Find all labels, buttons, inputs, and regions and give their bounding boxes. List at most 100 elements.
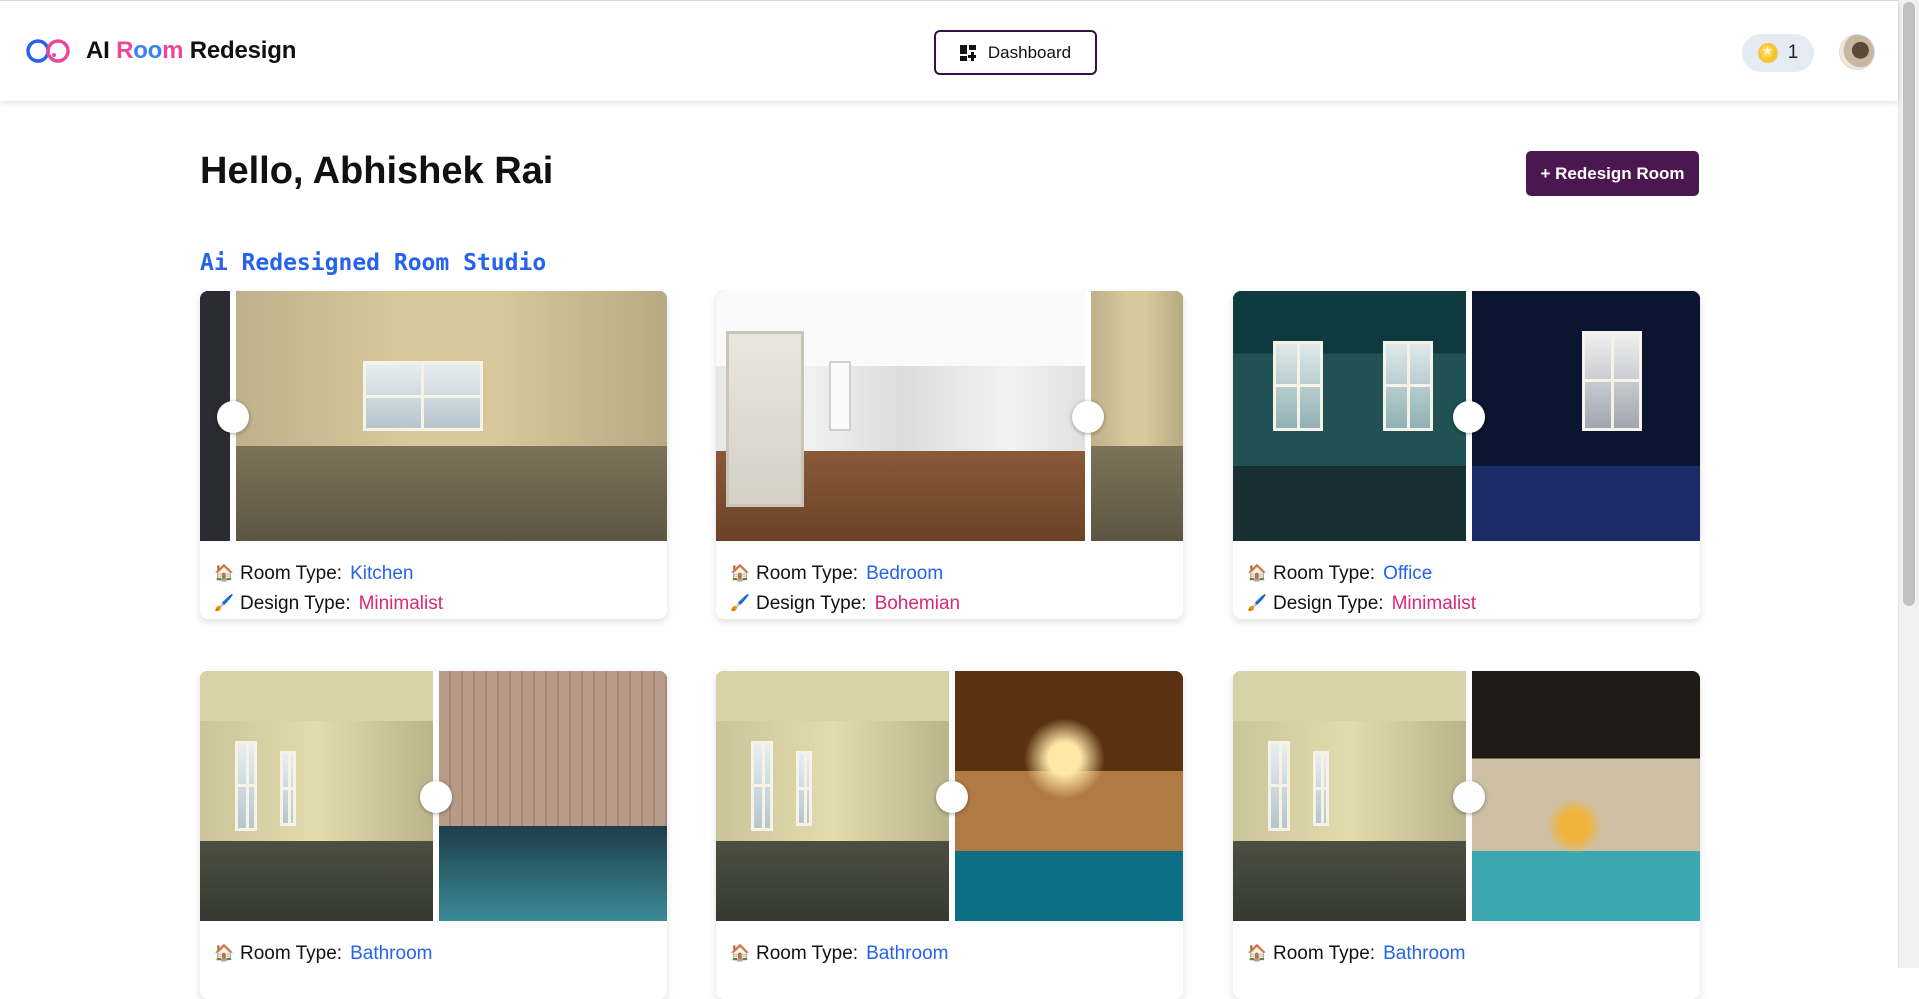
- greeting-heading: Hello, Abhishek Rai: [200, 150, 554, 192]
- room-type-value: Bathroom: [866, 943, 949, 964]
- original-image: [1091, 291, 1183, 541]
- dashboard-button[interactable]: Dashboard: [934, 30, 1097, 75]
- app-name-room-o: oo: [133, 37, 163, 64]
- room-card[interactable]: 🏠 Room Type: Bathroom: [1233, 671, 1700, 999]
- design-type-label: Design Type:: [756, 593, 867, 614]
- room-window: [1273, 341, 1323, 431]
- card-info: 🏠 Room Type: Kitchen 🖌️ Design Type: Min…: [214, 559, 443, 619]
- card-info: 🏠 Room Type: Bedroom 🖌️ Design Type: Boh…: [730, 559, 960, 619]
- user-avatar[interactable]: [1839, 34, 1875, 70]
- room-type-label: Room Type:: [1273, 563, 1376, 584]
- paintbrush-icon: 🖌️: [730, 595, 750, 612]
- card-info: 🏠 Room Type: Bathroom: [1247, 939, 1465, 969]
- credits-badge[interactable]: 1: [1742, 34, 1814, 72]
- house-icon: 🏠: [1247, 945, 1267, 962]
- app-name-ai: AI: [86, 37, 110, 64]
- room-type-label: Room Type:: [756, 563, 859, 584]
- design-type-row: 🖌️ Design Type: Minimalist: [214, 589, 443, 619]
- original-image: [200, 671, 433, 921]
- slider-handle[interactable]: [420, 781, 452, 813]
- slider-handle[interactable]: [217, 401, 249, 433]
- room-type-label: Room Type:: [1273, 943, 1376, 964]
- redesigned-image: [716, 291, 1085, 541]
- room-type-row: 🏠 Room Type: Kitchen: [214, 559, 443, 589]
- room-window: [235, 741, 257, 831]
- top-navbar: AI Room Redesign Dashboard 1: [0, 0, 1898, 101]
- dashboard-grid-icon: [959, 44, 976, 61]
- room-type-row: 🏠 Room Type: Office: [1247, 559, 1476, 589]
- room-type-value: Bedroom: [866, 563, 944, 584]
- room-window: [796, 751, 812, 826]
- room-type-row: 🏠 Room Type: Bathroom: [214, 939, 432, 969]
- redesigned-image: [955, 671, 1183, 921]
- app-name-redesign: Redesign: [189, 37, 297, 64]
- credits-count: 1: [1787, 42, 1799, 63]
- room-door: [726, 331, 804, 507]
- scrollbar-thumb[interactable]: [1903, 2, 1915, 606]
- infinity-loop-icon: [26, 39, 70, 63]
- room-card[interactable]: 🏠 Room Type: Kitchen 🖌️ Design Type: Min…: [200, 291, 667, 619]
- app-name-room: Room: [116, 37, 183, 64]
- paintbrush-icon: 🖌️: [1247, 595, 1267, 612]
- before-after-slider[interactable]: [716, 291, 1183, 541]
- room-card[interactable]: 🏠 Room Type: Bathroom: [200, 671, 667, 999]
- room-type-value: Kitchen: [350, 563, 414, 584]
- design-type-value: Bohemian: [874, 593, 961, 614]
- room-type-value: Office: [1383, 563, 1433, 584]
- app-name-room-m: m: [162, 37, 184, 64]
- design-type-label: Design Type:: [1273, 593, 1384, 614]
- page-scrollbar[interactable]: [1898, 0, 1919, 968]
- room-type-row: 🏠 Room Type: Bathroom: [730, 939, 948, 969]
- card-info: 🏠 Room Type: Bathroom: [730, 939, 948, 969]
- slider-handle[interactable]: [1453, 781, 1485, 813]
- before-after-slider[interactable]: [1233, 291, 1700, 541]
- room-card[interactable]: 🏠 Room Type: Bedroom 🖌️ Design Type: Boh…: [716, 291, 1183, 619]
- design-type-row: 🖌️ Design Type: Bohemian: [730, 589, 960, 619]
- room-type-label: Room Type:: [756, 943, 859, 964]
- card-info: 🏠 Room Type: Office 🖌️ Design Type: Mini…: [1247, 559, 1476, 619]
- design-type-label: Design Type:: [240, 593, 351, 614]
- room-type-value: Bathroom: [350, 943, 433, 964]
- room-window: [363, 361, 483, 431]
- house-icon: 🏠: [730, 945, 750, 962]
- before-after-slider[interactable]: [1233, 671, 1700, 921]
- design-type-value: Minimalist: [358, 593, 444, 614]
- house-icon: 🏠: [1247, 565, 1267, 582]
- house-icon: 🏠: [214, 945, 234, 962]
- room-type-value: Bathroom: [1383, 943, 1466, 964]
- original-image: [716, 671, 949, 921]
- before-after-slider[interactable]: [200, 291, 667, 541]
- original-image: [1233, 671, 1466, 921]
- star-coin-icon: [1757, 43, 1778, 63]
- room-window: [280, 751, 296, 826]
- design-type-row: 🖌️ Design Type: Minimalist: [1247, 589, 1476, 619]
- room-window: [751, 741, 773, 831]
- original-image: [1233, 291, 1466, 541]
- original-image: [233, 291, 667, 541]
- room-window: [1268, 741, 1290, 831]
- room-window: [1582, 331, 1642, 431]
- redesigned-image: [1472, 291, 1700, 541]
- room-card[interactable]: 🏠 Room Type: Bathroom: [716, 671, 1183, 999]
- room-window: [1313, 751, 1329, 826]
- room-window: [1383, 341, 1433, 431]
- before-after-slider[interactable]: [200, 671, 667, 921]
- room-type-label: Room Type:: [240, 563, 343, 584]
- house-icon: 🏠: [730, 565, 750, 582]
- redesigned-image: [439, 671, 667, 921]
- card-info: 🏠 Room Type: Bathroom: [214, 939, 432, 969]
- slider-handle[interactable]: [1453, 401, 1485, 433]
- slider-handle[interactable]: [1072, 401, 1104, 433]
- design-type-value: Minimalist: [1391, 593, 1477, 614]
- redesign-room-button[interactable]: + Redesign Room: [1526, 151, 1699, 196]
- room-type-row: 🏠 Room Type: Bathroom: [1247, 939, 1465, 969]
- before-after-slider[interactable]: [716, 671, 1183, 921]
- room-card[interactable]: 🏠 Room Type: Office 🖌️ Design Type: Mini…: [1233, 291, 1700, 619]
- app-logo[interactable]: AI Room Redesign: [24, 37, 296, 65]
- redesigned-image: [1472, 671, 1700, 921]
- dashboard-label: Dashboard: [987, 42, 1072, 62]
- slider-handle[interactable]: [936, 781, 968, 813]
- room-type-label: Room Type:: [240, 943, 343, 964]
- app-name-room-r: R: [116, 37, 134, 64]
- studio-title: Ai Redesigned Room Studio: [200, 250, 547, 276]
